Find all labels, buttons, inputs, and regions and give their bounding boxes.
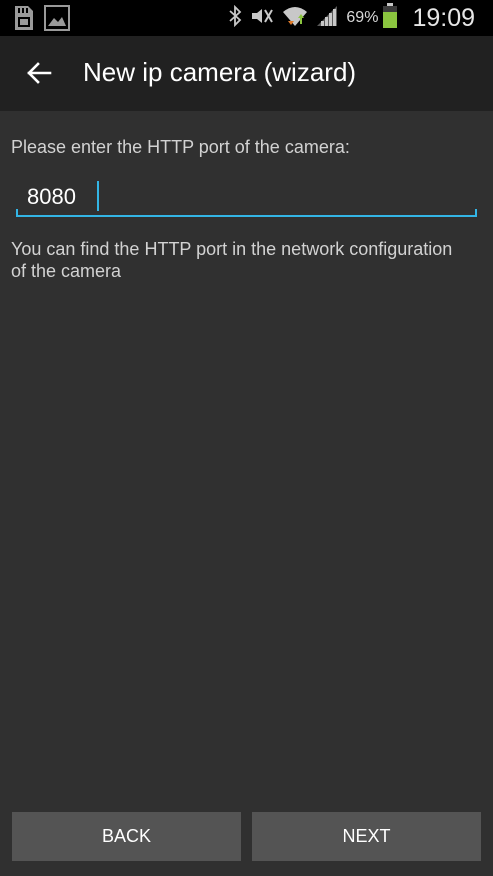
status-bar-system: 69% 19:09 [228,2,475,34]
sd-card-icon [12,5,36,36]
app-bar: New ip camera (wizard) [0,36,493,111]
page-title: New ip camera (wizard) [83,57,357,87]
port-input[interactable] [16,178,477,216]
battery-percent: 69% [346,9,379,26]
battery-icon [382,2,398,34]
port-prompt-label: Please enter the HTTP port of the camera… [11,137,350,157]
port-field[interactable] [16,178,477,218]
image-notification-icon [44,5,70,36]
back-button[interactable]: BACK [12,812,241,861]
text-caret [97,181,99,211]
signal-icon [316,5,338,32]
mute-icon [250,6,274,31]
input-underline [16,215,477,217]
status-bar: 69% 19:09 [0,0,493,36]
input-underline-right-tick [475,209,477,216]
status-bar-notifications [12,5,70,36]
back-arrow-icon[interactable] [26,61,52,85]
next-button[interactable]: NEXT [252,812,481,861]
port-hint-text: You can find the HTTP port in the networ… [11,239,453,281]
clock: 19:09 [412,3,475,32]
bluetooth-icon [228,4,242,32]
wifi-icon [282,3,308,34]
